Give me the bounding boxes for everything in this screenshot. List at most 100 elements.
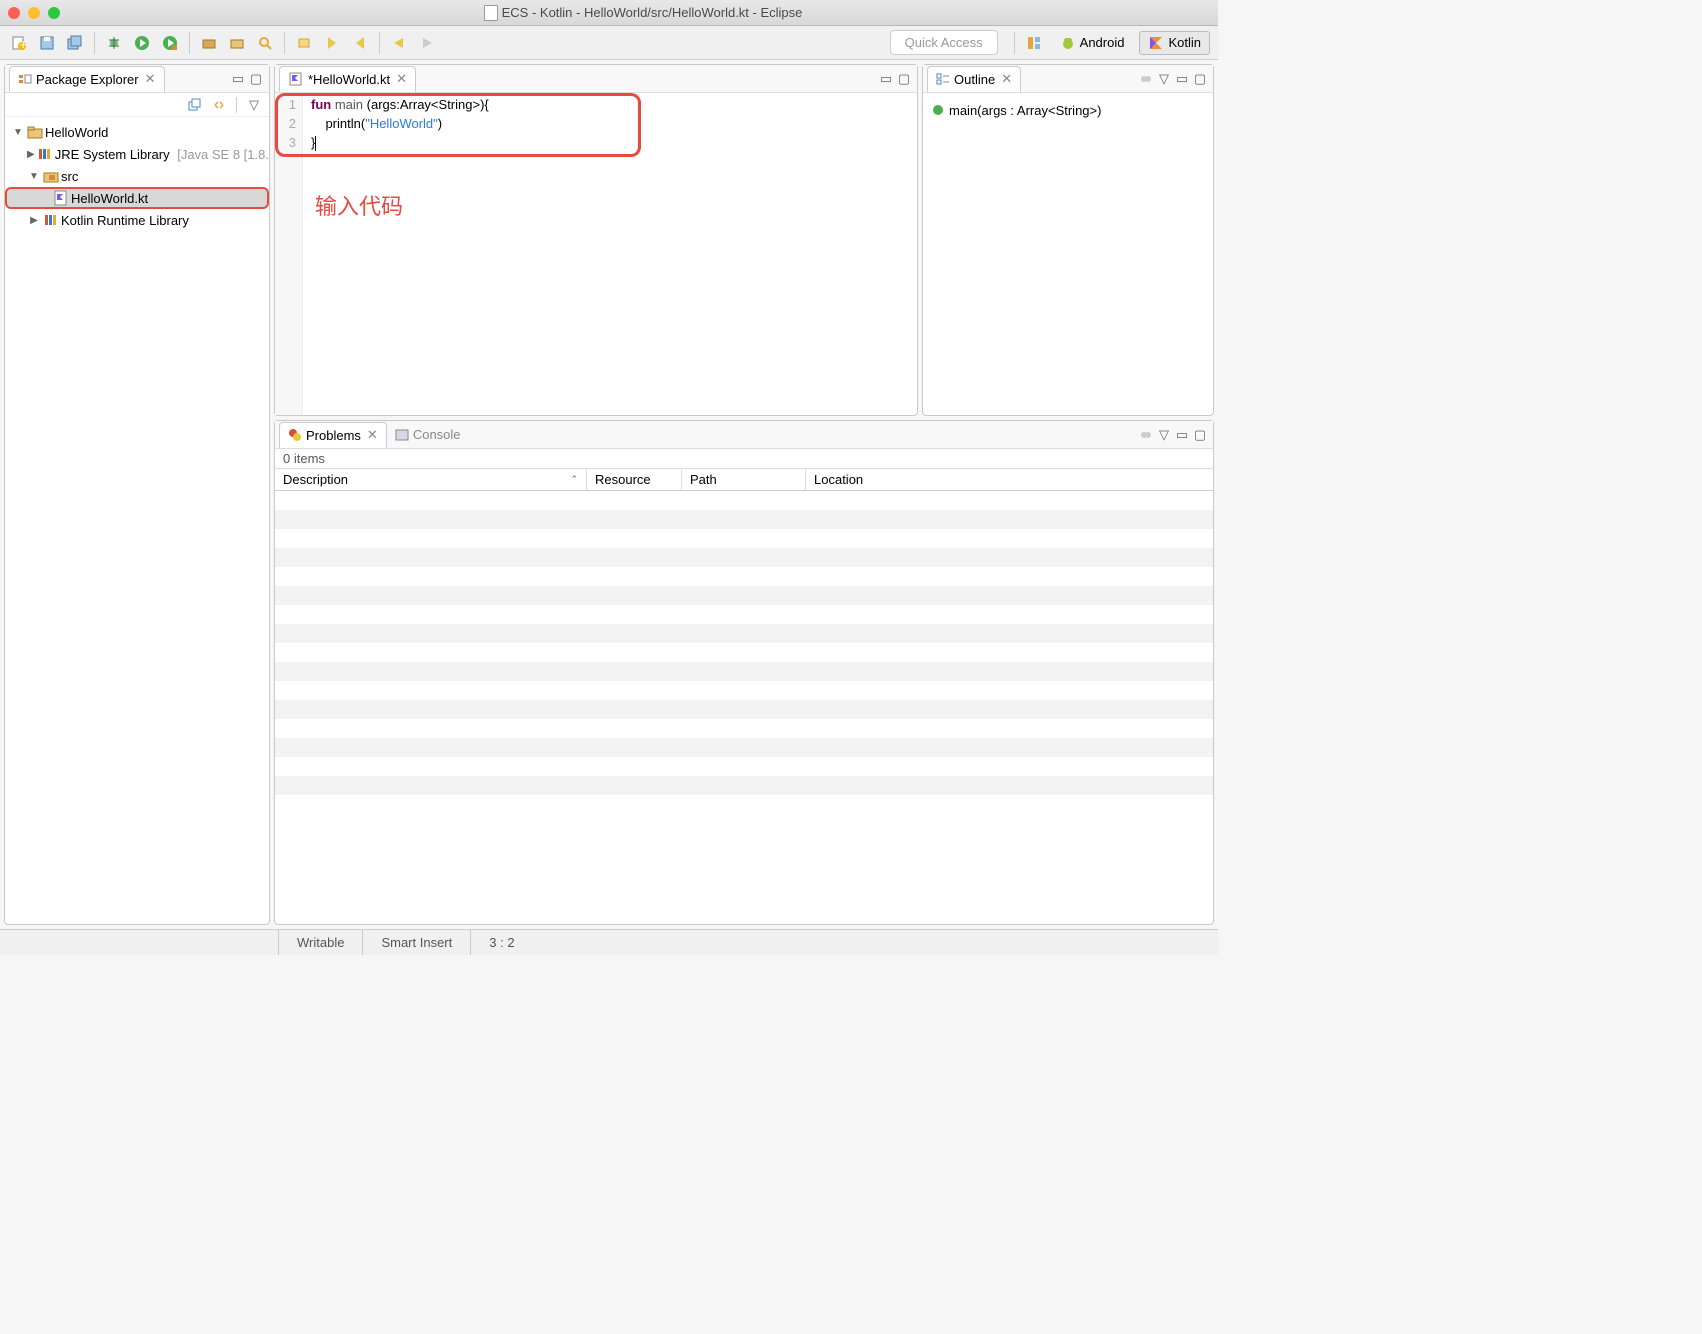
- tree-src-folder[interactable]: ▼ src: [5, 165, 269, 187]
- minimize-view-button[interactable]: ▭: [877, 70, 895, 88]
- column-label: Path: [690, 472, 717, 487]
- collapse-all-button[interactable]: [186, 96, 204, 114]
- table-row: [275, 586, 1213, 605]
- problems-panel: Problems ✕ Console ▽ ▭ ▢ 0 items: [274, 420, 1214, 925]
- code-fn-name: main: [335, 97, 363, 112]
- outline-panel: Outline ✕ ▽ ▭ ▢ main(args : Array<String…: [922, 64, 1214, 416]
- kotlin-file-icon: [53, 190, 69, 206]
- workspace: Package Explorer ✕ ▭ ▢ ▽ ▼ HelloWorld: [0, 60, 1218, 929]
- editor-panel: *HelloWorld.kt ✕ ▭ ▢ 1 2 3 fun mai: [274, 64, 918, 416]
- view-menu-button[interactable]: ▽: [245, 96, 263, 114]
- outline-tabbar: Outline ✕ ▽ ▭ ▢: [923, 65, 1213, 93]
- focus-button[interactable]: [1137, 426, 1155, 444]
- tree-jre-library[interactable]: ▶ JRE System Library [Java SE 8 [1.8.0: [5, 143, 269, 165]
- debug-button[interactable]: [103, 32, 125, 54]
- column-label: Description: [283, 472, 348, 487]
- outline-item-main[interactable]: main(args : Array<String>): [933, 99, 1203, 121]
- code-println: println(: [325, 116, 365, 131]
- minimize-view-button[interactable]: ▭: [1173, 70, 1191, 88]
- close-tab-icon[interactable]: ✕: [396, 71, 407, 87]
- kotlin-file-icon: [288, 71, 304, 87]
- annotation-text: 输入代码: [315, 189, 403, 221]
- prev-annotation-button[interactable]: [349, 32, 371, 54]
- back-button[interactable]: [388, 32, 410, 54]
- save-all-button[interactable]: [64, 32, 86, 54]
- chevron-right-icon[interactable]: ▶: [27, 147, 35, 161]
- view-menu-button[interactable]: ▽: [1155, 70, 1173, 88]
- chevron-down-icon[interactable]: ▼: [27, 169, 41, 183]
- minimize-view-button[interactable]: ▭: [229, 70, 247, 88]
- column-header-description[interactable]: Description ⌃: [275, 469, 587, 490]
- android-icon: [1060, 35, 1076, 51]
- next-annotation-button[interactable]: [321, 32, 343, 54]
- method-icon: [933, 105, 943, 115]
- console-tab[interactable]: Console: [387, 423, 469, 446]
- problems-table-header: Description ⌃ Resource Path Location: [275, 469, 1213, 491]
- toggle-mark-button[interactable]: [293, 32, 315, 54]
- minimize-view-button[interactable]: ▭: [1173, 426, 1191, 444]
- open-perspective-button[interactable]: [1023, 32, 1045, 54]
- outline-icon: [936, 72, 950, 86]
- maximize-view-button[interactable]: ▢: [1191, 70, 1209, 88]
- close-tab-icon[interactable]: ✕: [145, 71, 156, 87]
- maximize-window-button[interactable]: [48, 7, 60, 19]
- svg-text:+: +: [20, 37, 28, 51]
- new-package-button[interactable]: [198, 32, 220, 54]
- code-keyword: fun: [311, 97, 331, 112]
- outline-tab[interactable]: Outline ✕: [927, 66, 1021, 92]
- column-header-location[interactable]: Location: [806, 469, 1213, 490]
- package-explorer-tab[interactable]: Package Explorer ✕: [9, 66, 165, 92]
- problems-tab[interactable]: Problems ✕: [279, 422, 387, 448]
- close-tab-icon[interactable]: ✕: [1001, 71, 1012, 87]
- tree-jre-suffix-text: [Java SE 8 [1.8.0: [177, 147, 269, 162]
- tree-project[interactable]: ▼ HelloWorld: [5, 121, 269, 143]
- code-string: "HelloWorld": [365, 116, 438, 131]
- close-tab-icon[interactable]: ✕: [367, 427, 378, 443]
- save-button[interactable]: [36, 32, 58, 54]
- source-folder-icon: [43, 168, 59, 184]
- toolbar-separator: [1014, 32, 1015, 54]
- tree-kotlin-runtime[interactable]: ▶ Kotlin Runtime Library: [5, 209, 269, 231]
- run-button[interactable]: [131, 32, 153, 54]
- package-explorer-toolbar: ▽: [5, 93, 269, 117]
- code-editor[interactable]: 1 2 3 fun main (args:Array<String>){ pri…: [275, 93, 917, 415]
- maximize-view-button[interactable]: ▢: [247, 70, 265, 88]
- chevron-right-icon[interactable]: ▶: [27, 213, 41, 227]
- code-sig: (args:Array<String>){: [363, 97, 489, 112]
- new-button[interactable]: +: [8, 32, 30, 54]
- outline-tree[interactable]: main(args : Array<String>): [923, 93, 1213, 127]
- quick-access-input[interactable]: Quick Access: [890, 30, 998, 55]
- maximize-view-button[interactable]: ▢: [1191, 426, 1209, 444]
- editor-tab-helloworld[interactable]: *HelloWorld.kt ✕: [279, 66, 416, 92]
- link-editor-button[interactable]: [210, 96, 228, 114]
- open-type-button[interactable]: [226, 32, 248, 54]
- run-last-button[interactable]: [159, 32, 181, 54]
- chevron-down-icon[interactable]: ▼: [11, 125, 25, 139]
- kotlin-perspective-label: Kotlin: [1168, 35, 1201, 50]
- column-header-path[interactable]: Path: [682, 469, 806, 490]
- editor-tab-label: *HelloWorld.kt: [308, 72, 390, 87]
- kotlin-perspective-button[interactable]: Kotlin: [1139, 31, 1210, 55]
- editor-gutter[interactable]: 1 2 3: [275, 93, 303, 415]
- status-cursor-position: 3 : 2: [470, 930, 532, 955]
- tree-file-helloworld[interactable]: HelloWorld.kt: [5, 187, 269, 209]
- problems-icon: [288, 428, 302, 442]
- package-explorer-tab-label: Package Explorer: [36, 72, 139, 87]
- search-button[interactable]: [254, 32, 276, 54]
- forward-button[interactable]: [416, 32, 438, 54]
- package-explorer-tree[interactable]: ▼ HelloWorld ▶ JRE System Library [Java …: [5, 117, 269, 924]
- code-indent: [311, 116, 325, 131]
- minimize-window-button[interactable]: [28, 7, 40, 19]
- view-menu-button[interactable]: ▽: [1155, 426, 1173, 444]
- status-insert-mode: Smart Insert: [362, 930, 470, 955]
- android-perspective-button[interactable]: Android: [1051, 31, 1134, 55]
- close-window-button[interactable]: [8, 7, 20, 19]
- table-row: [275, 624, 1213, 643]
- window-titlebar: ECS - Kotlin - HelloWorld/src/HelloWorld…: [0, 0, 1218, 26]
- focus-button[interactable]: [1137, 70, 1155, 88]
- problems-table[interactable]: Description ⌃ Resource Path Location: [275, 468, 1213, 924]
- line-number: 1: [275, 95, 296, 114]
- maximize-view-button[interactable]: ▢: [895, 70, 913, 88]
- column-header-resource[interactable]: Resource: [587, 469, 682, 490]
- code-area[interactable]: fun main (args:Array<String>){ println("…: [303, 93, 495, 415]
